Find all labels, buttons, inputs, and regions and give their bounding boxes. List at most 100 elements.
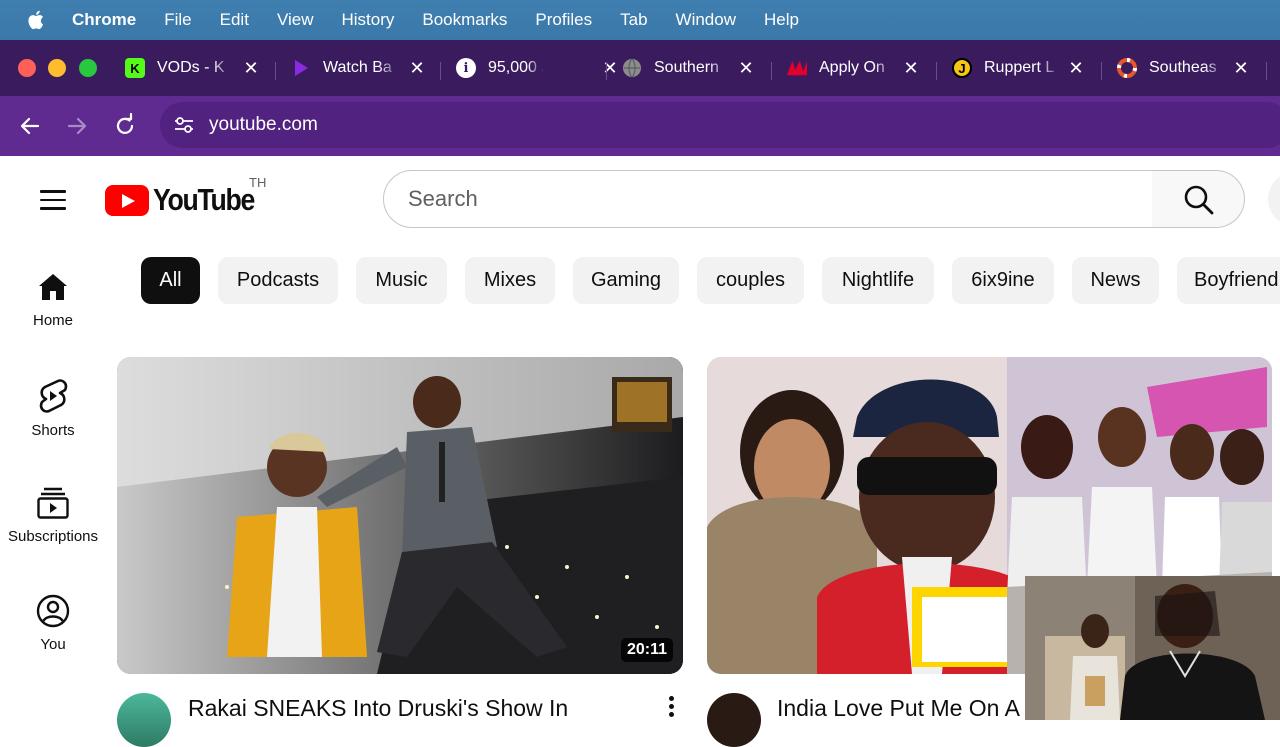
menu-view[interactable]: View (277, 10, 314, 30)
video-thumbnail[interactable]: 20:11 (117, 357, 683, 674)
tab-title: Ruppert L (984, 59, 1055, 76)
close-icon[interactable]: ✕ (243, 58, 259, 79)
address-bar[interactable]: youtube.com (160, 102, 1280, 148)
menu-history[interactable]: History (341, 10, 394, 30)
info-icon: i (456, 58, 476, 78)
search-icon (1184, 185, 1214, 215)
webcam-overlay (1025, 576, 1280, 720)
rail-label: Home (32, 312, 73, 329)
j-logo-icon: J (952, 58, 972, 78)
menu-profiles[interactable]: Profiles (535, 10, 592, 30)
browser-tab[interactable]: K VODs - K ✕ (125, 52, 259, 84)
chip-podcasts[interactable]: Podcasts (218, 257, 338, 304)
menu-edit[interactable]: Edit (220, 10, 249, 30)
chip-6ix9ine[interactable]: 6ix9ine (952, 257, 1054, 304)
browser-tab[interactable]: Southern ✕ (622, 52, 754, 84)
browser-tab[interactable]: Watch Ba ✕ (291, 52, 425, 84)
chip-gaming[interactable]: Gaming (573, 257, 679, 304)
browser-tab[interactable]: Southeas ✕ (1117, 52, 1249, 84)
tab-title: Apply On (819, 59, 885, 76)
forward-arrow-icon[interactable] (63, 112, 91, 140)
you-icon (36, 594, 70, 628)
webcam-image (1025, 576, 1280, 720)
home-icon (39, 274, 67, 300)
lifebuoy-icon (1117, 58, 1137, 78)
tab-separator (1101, 62, 1102, 80)
rail-item-shorts[interactable]: Shorts (0, 378, 106, 439)
site-settings-icon[interactable] (172, 113, 196, 137)
more-options-icon[interactable] (667, 696, 675, 720)
video-title[interactable]: Rakai SNEAKS Into Druski's Show In (188, 695, 568, 722)
reload-icon[interactable] (111, 112, 139, 140)
kick-icon: K (125, 58, 145, 78)
browser-toolbar: youtube.com (0, 96, 1280, 156)
chip-boyfriend[interactable]: Boyfriend (1177, 257, 1280, 304)
tab-separator (275, 62, 276, 80)
search-input[interactable] (408, 185, 1108, 213)
brand-red-icon (787, 58, 807, 78)
close-icon[interactable]: ✕ (1068, 58, 1084, 79)
menu-file[interactable]: File (164, 10, 191, 30)
tab-separator (771, 62, 772, 80)
video-title[interactable]: India Love Put Me On A (777, 695, 1020, 722)
play-triangle-icon (291, 58, 311, 78)
address-url-text[interactable]: youtube.com (209, 114, 318, 136)
chip-music[interactable]: Music (356, 257, 447, 304)
country-code: TH (249, 175, 267, 190)
browser-tab-strip: K VODs - K ✕ Watch Ba ✕ i 95,000 J ✕ Sou… (0, 40, 1280, 96)
close-icon[interactable]: ✕ (903, 58, 919, 79)
close-icon[interactable]: ✕ (409, 58, 425, 79)
rail-label: You (40, 636, 66, 653)
shorts-icon (39, 379, 68, 413)
chip-mixes[interactable]: Mixes (465, 257, 555, 304)
menu-help[interactable]: Help (764, 10, 799, 30)
rail-item-home[interactable]: Home (0, 270, 106, 329)
youtube-logo[interactable]: YouTube TH (105, 175, 271, 218)
tab-separator (936, 62, 937, 80)
macos-menu-bar: Chrome File Edit View History Bookmarks … (0, 0, 1280, 40)
back-arrow-icon[interactable] (16, 112, 44, 140)
tab-separator (440, 62, 441, 80)
chip-couples[interactable]: couples (697, 257, 804, 304)
channel-avatar[interactable] (117, 693, 171, 747)
close-icon[interactable]: ✕ (1233, 58, 1249, 79)
youtube-play-icon (105, 184, 149, 216)
rail-label: Shorts (31, 422, 75, 439)
tab-title: 95,000 J (488, 59, 544, 76)
menu-bookmarks[interactable]: Bookmarks (422, 10, 507, 30)
close-icon[interactable]: ✕ (602, 58, 618, 79)
menu-app-name[interactable]: Chrome (72, 10, 136, 30)
close-icon[interactable]: ✕ (738, 58, 754, 79)
tab-separator (1266, 62, 1267, 80)
video-duration: 20:11 (620, 638, 673, 662)
subscriptions-icon (37, 487, 69, 519)
youtube-wordmark: YouTube (153, 182, 255, 217)
voice-search-button[interactable] (1268, 172, 1280, 226)
youtube-page: YouTube TH Home Shorts Subscriptions You… (0, 156, 1280, 747)
window-zoom-button[interactable] (79, 59, 97, 77)
chip-all[interactable]: All (141, 257, 200, 304)
chip-news[interactable]: News (1072, 257, 1159, 304)
tab-separator (606, 62, 607, 80)
menu-window[interactable]: Window (676, 10, 736, 30)
rail-item-subscriptions[interactable]: Subscriptions (0, 486, 106, 545)
browser-tab[interactable]: J Ruppert L ✕ (952, 52, 1084, 84)
tab-title: Watch Ba (323, 59, 392, 76)
globe-icon (622, 58, 642, 78)
thumbnail-image (117, 357, 683, 674)
hamburger-menu-icon[interactable] (40, 190, 66, 210)
search-button[interactable] (1152, 170, 1245, 228)
browser-tab[interactable]: Apply On ✕ (787, 52, 919, 84)
chip-nightlife[interactable]: Nightlife (822, 257, 934, 304)
tab-title: VODs - K (157, 59, 225, 76)
apple-logo-icon[interactable] (26, 9, 48, 31)
menu-tab[interactable]: Tab (620, 10, 647, 30)
window-minimize-button[interactable] (48, 59, 66, 77)
rail-item-you[interactable]: You (0, 594, 106, 653)
rail-label: Subscriptions (7, 528, 99, 545)
channel-avatar[interactable] (707, 693, 761, 747)
window-close-button[interactable] (18, 59, 36, 77)
tab-title: Southern (654, 59, 719, 76)
tab-title: Southeas (1149, 59, 1217, 76)
browser-tab[interactable]: i 95,000 J ✕ (456, 52, 618, 84)
